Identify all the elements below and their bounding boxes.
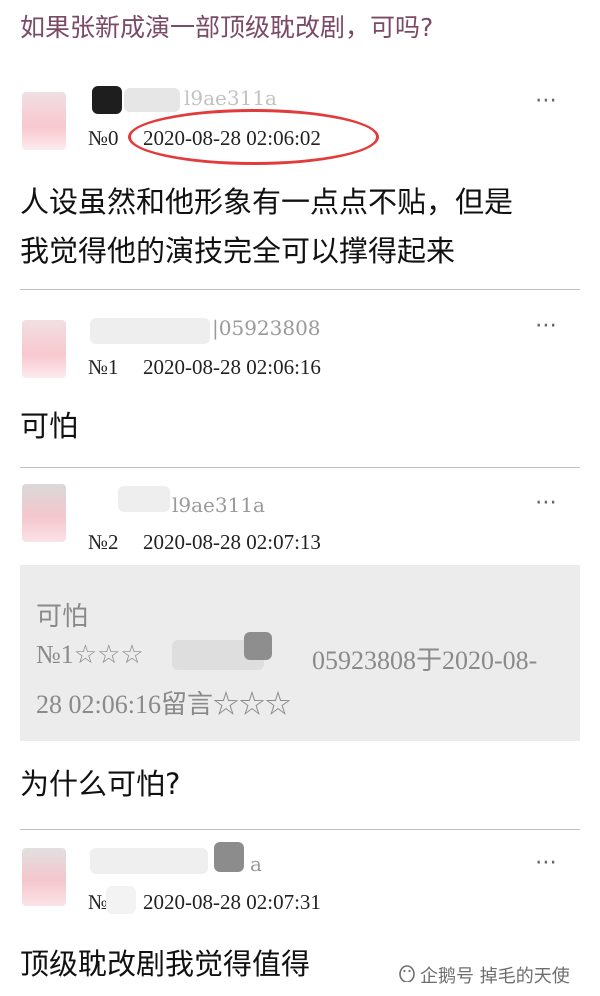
comment-body-line: 可怕 (20, 409, 79, 443)
comment-body-line: 顶级耽改剧我觉得值得 (20, 947, 311, 981)
floor-number: №1 (88, 355, 119, 379)
comment-body-line: 人设虽然和他形象有一点点不贴，但是 (20, 185, 514, 219)
username[interactable]: l9ae311a (184, 86, 277, 110)
avatar[interactable] (22, 320, 66, 378)
timestamp: 2020-08-28 02:07:31 (143, 890, 321, 914)
floor-number: №0 (88, 126, 119, 150)
divider (20, 829, 580, 830)
blurred-username-block (244, 632, 272, 660)
watermark-text: 企鹅号 掉毛的天使 (420, 966, 570, 987)
timestamp: 2020-08-28 02:07:13 (143, 530, 321, 554)
comment-body-line: 我觉得他的演技完全可以撑得起来 (20, 234, 456, 268)
more-options-icon[interactable]: ⋯ (535, 88, 558, 113)
blurred-username-block (106, 886, 136, 914)
blurred-username-block (118, 486, 170, 512)
blurred-username-block (214, 842, 244, 872)
avatar[interactable] (22, 484, 66, 542)
blurred-username-block (90, 848, 208, 874)
penguin-icon (398, 964, 416, 983)
username[interactable]: l9ae311a (172, 493, 265, 517)
quote-line: 05923808于2020-08- (312, 646, 538, 675)
username[interactable]: |05923808 (212, 316, 321, 340)
floor-number: №2 (88, 530, 119, 554)
username[interactable]: a (250, 852, 262, 876)
more-options-icon[interactable]: ⋯ (535, 313, 558, 338)
avatar[interactable] (22, 848, 66, 906)
timestamp: 2020-08-28 02:06:16 (143, 355, 321, 379)
quote-line: 可怕 (36, 602, 89, 631)
blurred-username-block (92, 86, 122, 114)
quote-line: 28 02:06:16留言☆☆☆ (36, 690, 291, 719)
more-options-icon[interactable]: ⋯ (535, 490, 558, 515)
blurred-username-block (90, 318, 210, 344)
quote-line: №1☆☆☆ (36, 640, 144, 669)
divider (20, 467, 580, 468)
avatar[interactable] (22, 92, 66, 150)
more-options-icon[interactable]: ⋯ (535, 850, 558, 875)
red-highlight-circle (128, 109, 379, 165)
comment-body-line: 为什么可怕? (20, 767, 181, 801)
post-title: 如果张新成演一部顶级耽改剧，可吗? (20, 13, 434, 42)
divider (20, 289, 580, 290)
blurred-username-block (124, 88, 180, 112)
